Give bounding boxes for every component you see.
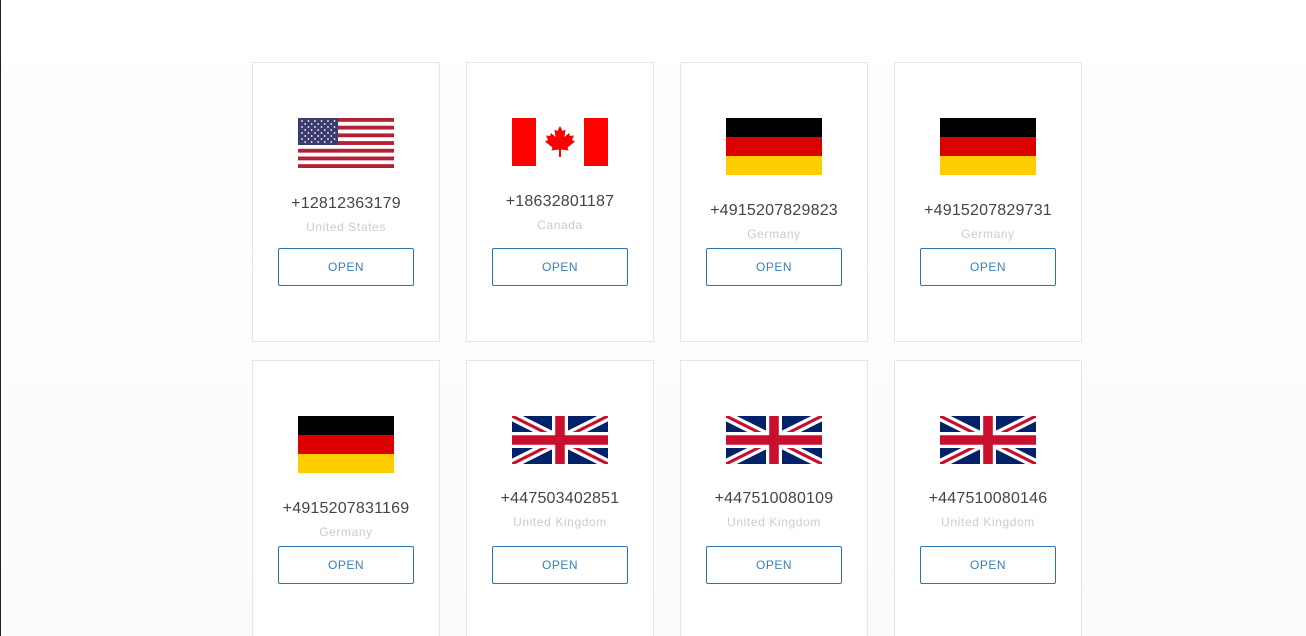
phone-number: +18632801187 <box>505 193 615 210</box>
phone-number: +4915207829823 <box>710 202 838 219</box>
open-button[interactable]: OPEN <box>278 546 414 584</box>
open-button[interactable]: OPEN <box>920 248 1056 286</box>
phone-card: +4915207829823 Germany OPEN <box>680 62 868 342</box>
ca-flag-icon <box>512 118 608 166</box>
phone-card: +18632801187 Canada OPEN <box>466 62 654 342</box>
phone-card: +447510080146 United Kingdom OPEN <box>894 360 1082 636</box>
phone-number: +12812363179 <box>291 195 401 212</box>
open-button[interactable]: OPEN <box>278 248 414 286</box>
de-flag-icon <box>298 416 394 473</box>
country-label: Germany <box>961 227 1015 241</box>
open-button[interactable]: OPEN <box>706 546 842 584</box>
country-label: Germany <box>319 525 373 539</box>
de-flag-icon <box>726 118 822 175</box>
gb-flag-icon <box>726 416 822 464</box>
phone-number: +4915207829731 <box>924 202 1052 219</box>
phone-card: +12812363179 United States OPEN <box>252 62 440 342</box>
open-button[interactable]: OPEN <box>920 546 1056 584</box>
de-flag-icon <box>940 118 1036 175</box>
open-button[interactable]: OPEN <box>706 248 842 286</box>
us-flag-icon <box>298 118 394 168</box>
open-button[interactable]: OPEN <box>492 546 628 584</box>
page: +12812363179 United States OPEN +1863280… <box>0 0 1306 636</box>
phone-number: +4915207831169 <box>282 500 410 517</box>
country-label: United Kingdom <box>513 515 607 529</box>
phone-number: +447510080109 <box>714 490 834 507</box>
phone-card: +4915207829731 Germany OPEN <box>894 62 1082 342</box>
open-button[interactable]: OPEN <box>492 248 628 286</box>
country-label: Canada <box>537 218 583 232</box>
phone-card: +4915207831169 Germany OPEN <box>252 360 440 636</box>
phone-card: +447510080109 United Kingdom OPEN <box>680 360 868 636</box>
country-label: United States <box>306 220 386 234</box>
gb-flag-icon <box>512 416 608 464</box>
country-label: Germany <box>747 227 801 241</box>
phone-number: +447510080146 <box>928 490 1048 507</box>
phone-number-grid: +12812363179 United States OPEN +1863280… <box>252 62 1082 636</box>
gb-flag-icon <box>940 416 1036 464</box>
phone-card: +447503402851 United Kingdom OPEN <box>466 360 654 636</box>
phone-number: +447503402851 <box>500 490 620 507</box>
country-label: United Kingdom <box>727 515 821 529</box>
country-label: United Kingdom <box>941 515 1035 529</box>
